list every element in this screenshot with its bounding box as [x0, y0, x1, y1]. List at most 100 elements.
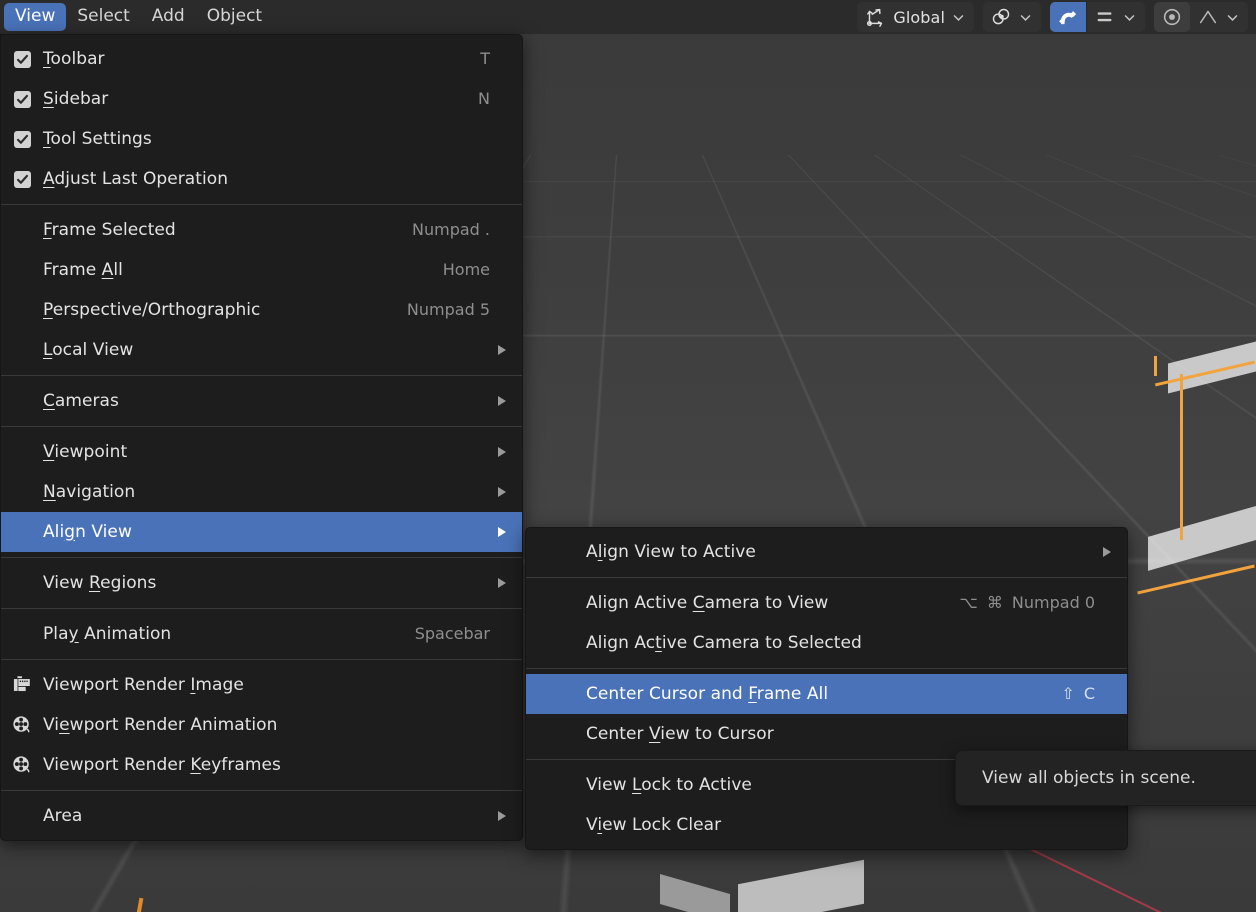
menu-item-label: Sidebar: [43, 88, 109, 109]
menu-item-label: Area: [43, 805, 83, 826]
submenu-arrow-icon: [1103, 547, 1111, 557]
falloff-dropdown[interactable]: [1190, 2, 1248, 32]
menu-item-icon-slot: [1, 130, 43, 148]
menu-item-shortcut: N: [478, 91, 490, 107]
submenu-arrow-icon: [498, 447, 506, 457]
menu-item-label: Perspective/Orthographic: [43, 299, 261, 320]
view-dropdown-menu: Toolbar T Sidebar N Tool Settings Adjust Last…: [0, 34, 523, 841]
menu-bar: View Select Add Object: [0, 0, 273, 34]
menu-item[interactable]: Viewpoint: [1, 432, 522, 472]
menu-item-label: Play Animation: [43, 623, 172, 644]
menu-item-label: Toolbar: [43, 48, 105, 69]
snap-toggle-button[interactable]: [1050, 2, 1086, 32]
menu-item[interactable]: View Lock Clear: [526, 805, 1127, 845]
menubar-item-select[interactable]: Select: [66, 3, 140, 31]
menu-item-icon-slot: [1, 90, 43, 108]
menu-item-shortcut: ⇧ C: [1061, 686, 1095, 702]
proportional-edit-icon: [1163, 8, 1181, 26]
menu-item-shortcut: Numpad 5: [407, 302, 490, 318]
menu-item[interactable]: Local View: [1, 330, 522, 370]
shortcut-key-text: Numpad 5: [406, 300, 490, 319]
menu-item[interactable]: Sidebar N: [1, 79, 522, 119]
checkbox-checked-icon[interactable]: [13, 50, 31, 68]
modifier-key-symbol: ⌥: [959, 593, 978, 612]
menu-item-label: Viewpoint: [43, 441, 128, 462]
menu-item[interactable]: Viewport Render Keyframes: [1, 745, 522, 785]
menu-item-label: Frame All: [43, 259, 123, 280]
blender-window: View Select Add Object Global Toolbar T …: [0, 0, 1256, 912]
menu-separator: [1, 426, 522, 427]
menu-item[interactable]: Tool Settings: [1, 119, 522, 159]
menu-item-icon-slot: [1, 754, 43, 776]
pivot-point-icon: [992, 8, 1010, 25]
transform-orientation-group: Global: [857, 2, 974, 32]
menu-separator: [1, 204, 522, 205]
menu-item-label: View Lock to Active: [586, 774, 752, 795]
chevron-down-icon: [1020, 14, 1031, 21]
menu-item-shortcut: ⌥ ⌘ Numpad 0: [959, 595, 1095, 611]
menu-item[interactable]: Cameras: [1, 381, 522, 421]
menubar-item-view[interactable]: View: [4, 3, 67, 31]
menu-item[interactable]: Frame Selected Numpad .: [1, 210, 522, 250]
transform-orientation-dropdown[interactable]: Global: [857, 2, 974, 32]
shortcut-key-text: Spacebar: [414, 624, 490, 643]
menu-item[interactable]: Center View to Cursor: [526, 714, 1127, 754]
pivot-point-dropdown[interactable]: [983, 2, 1041, 32]
menu-item[interactable]: Viewport Render Image: [1, 665, 522, 705]
chevron-down-icon: [1124, 14, 1135, 21]
selection-outline-left: [1180, 374, 1183, 540]
menu-item[interactable]: Toolbar T: [1, 39, 522, 79]
checkbox-checked-icon[interactable]: [13, 130, 31, 148]
menu-separator: [526, 668, 1127, 669]
submenu-arrow-icon: [498, 396, 506, 406]
snap-to-dropdown[interactable]: [1087, 2, 1145, 32]
chevron-down-icon: [953, 14, 964, 21]
menu-item[interactable]: Frame All Home: [1, 250, 522, 290]
menu-item[interactable]: Center Cursor and Frame All ⇧ C: [526, 674, 1127, 714]
menu-item[interactable]: View Regions: [1, 563, 522, 603]
menu-separator: [1, 375, 522, 376]
submenu-arrow-icon: [498, 578, 506, 588]
menu-separator: [1, 790, 522, 791]
menu-item-label: Frame Selected: [43, 219, 176, 240]
menubar-item-add[interactable]: Add: [141, 3, 196, 31]
menu-item-label: Viewport Render Keyframes: [43, 754, 281, 775]
film-reel-icon: [13, 756, 30, 773]
shortcut-key-text: Home: [442, 260, 490, 279]
menu-item-label: Center View to Cursor: [586, 723, 774, 744]
modifier-key-symbol: ⌘: [986, 593, 1003, 612]
menu-separator: [1, 659, 522, 660]
menu-item[interactable]: Perspective/Orthographic Numpad 5: [1, 290, 522, 330]
menu-item-label: Viewport Render Animation: [43, 714, 278, 735]
menu-item[interactable]: Align View: [1, 512, 522, 552]
tooltip-text: View all objects in scene.: [982, 768, 1196, 788]
menu-item-label: Viewport Render Image: [43, 674, 244, 695]
proportional-editing-toggle[interactable]: [1154, 2, 1190, 32]
menu-item-label: Align Active Camera to Selected: [586, 632, 862, 653]
menu-separator: [1, 557, 522, 558]
menu-item[interactable]: Align View to Active: [526, 532, 1127, 572]
menu-item[interactable]: Navigation: [1, 472, 522, 512]
render-image-icon: [13, 676, 30, 692]
checkbox-checked-icon[interactable]: [13, 90, 31, 108]
menu-item[interactable]: Align Active Camera to Selected: [526, 623, 1127, 663]
menu-item[interactable]: Play Animation Spacebar: [1, 614, 522, 654]
selection-outline-cap: [1154, 356, 1157, 376]
menu-item-icon-slot: [1, 674, 43, 696]
menu-item-label: Navigation: [43, 481, 136, 502]
menu-item[interactable]: Area: [1, 796, 522, 836]
pivot-point-group: [983, 2, 1041, 32]
menu-item-label: Center Cursor and Frame All: [586, 683, 829, 704]
menu-item-icon-slot: [1, 50, 43, 68]
submenu-arrow-icon: [498, 811, 506, 821]
snapping-group: [1050, 2, 1145, 32]
menu-item-label: Align View: [43, 521, 132, 542]
menu-item-shortcut: Home: [443, 262, 490, 278]
menu-item-label: View Lock Clear: [586, 814, 722, 835]
checkbox-checked-icon[interactable]: [13, 170, 31, 188]
menu-item[interactable]: Adjust Last Operation: [1, 159, 522, 199]
menu-item[interactable]: Align Active Camera to View ⌥ ⌘ Numpad 0: [526, 583, 1127, 623]
menu-item[interactable]: Viewport Render Animation: [1, 705, 522, 745]
menu-item-label: Local View: [43, 339, 134, 360]
menubar-item-object[interactable]: Object: [196, 3, 273, 31]
